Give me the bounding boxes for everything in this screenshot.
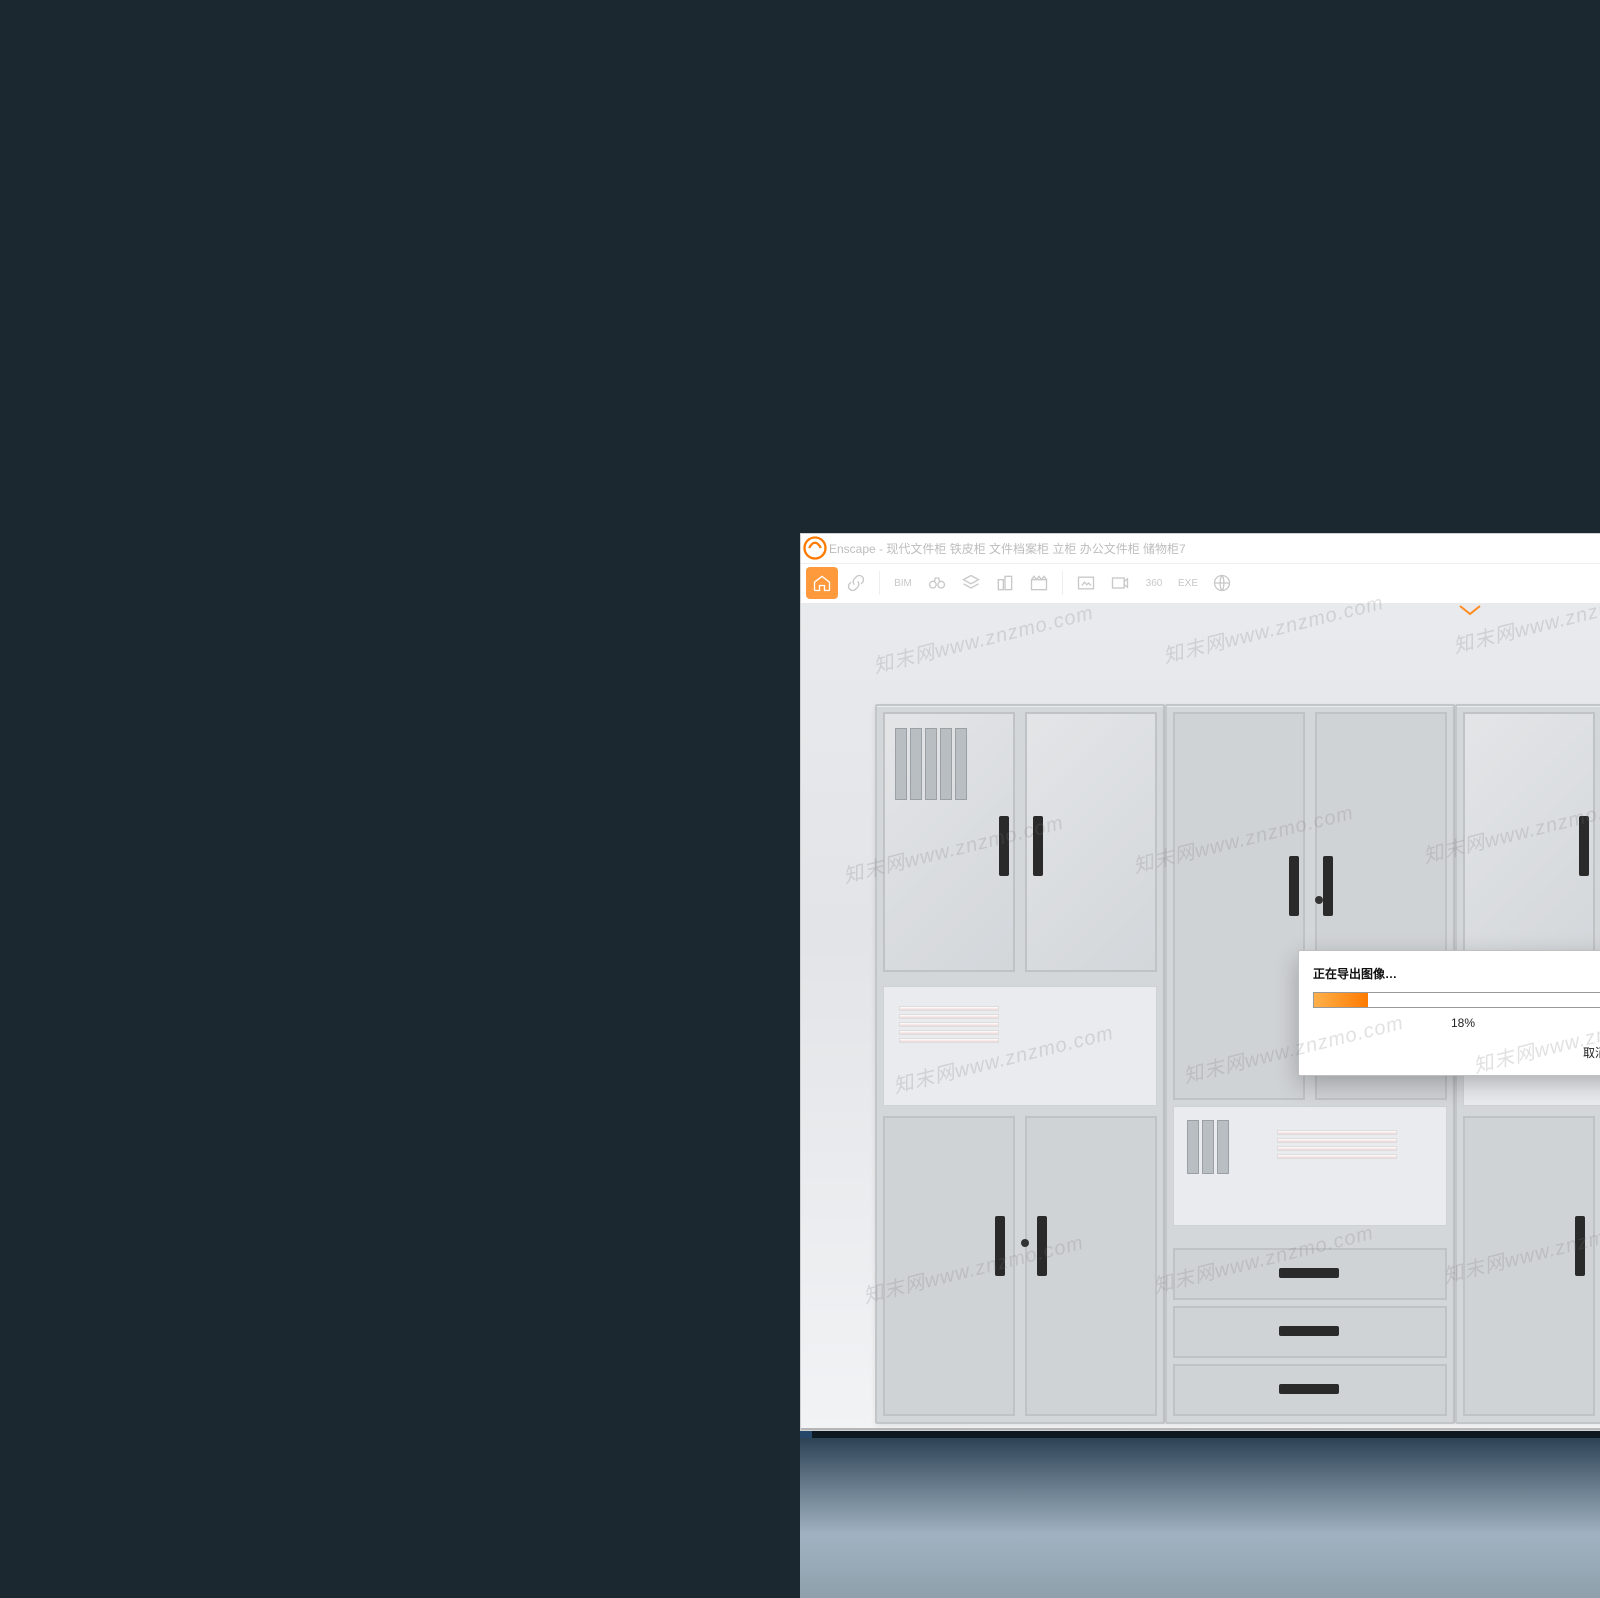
export-exe-label: EXE — [1178, 578, 1198, 589]
export-web-icon[interactable] — [1206, 567, 1238, 599]
cancel-button[interactable]: 取消 — [1577, 1040, 1600, 1065]
export-video-icon[interactable] — [1104, 567, 1136, 599]
export-progress-dialog: 正在导出图像… 18% 取消 — [1298, 950, 1600, 1076]
enscape-logo-icon — [801, 534, 829, 562]
progress-bar — [1313, 992, 1600, 1008]
binoculars-icon[interactable] — [921, 567, 953, 599]
window-title: Enscape - 现代文件柜 铁皮柜 文件档案柜 立柜 办公文件柜 储物柜7 — [829, 540, 1186, 557]
enscape-window: Enscape - 现代文件柜 铁皮柜 文件档案柜 立柜 办公文件柜 储物柜7 … — [800, 533, 1600, 1431]
export-360-label: 360 — [1146, 578, 1163, 589]
link-icon[interactable] — [840, 567, 872, 599]
clapperboard-icon[interactable] — [1023, 567, 1055, 599]
panel-expand-chevron-icon[interactable] — [1456, 604, 1484, 618]
screenshot-frame: Enscape - 现代文件柜 铁皮柜 文件档案柜 立柜 办公文件柜 储物柜7 … — [800, 533, 1600, 1598]
bim-label: BIM — [894, 578, 912, 589]
dialog-title: 正在导出图像… — [1313, 965, 1600, 982]
window-titlebar[interactable]: Enscape - 现代文件柜 铁皮柜 文件档案柜 立柜 办公文件柜 储物柜7 … — [801, 534, 1600, 564]
render-viewport[interactable]: 正在导出图像… 18% 取消 — [801, 604, 1600, 1430]
floor-line — [801, 1428, 1600, 1430]
progress-percent-label: 18% — [1313, 1016, 1600, 1030]
home-icon[interactable] — [806, 567, 838, 599]
main-toolbar: BIM 360 EXE — [801, 564, 1600, 604]
buildings-icon[interactable] — [989, 567, 1021, 599]
cabinet-left — [875, 704, 1165, 1424]
export-360-icon[interactable]: 360 — [1138, 567, 1170, 599]
layers-icon[interactable] — [955, 567, 987, 599]
desktop-wallpaper-bottom — [800, 1438, 1600, 1598]
export-exe-icon[interactable]: EXE — [1172, 567, 1204, 599]
export-image-icon[interactable] — [1070, 567, 1102, 599]
bim-icon[interactable]: BIM — [887, 567, 919, 599]
progress-bar-fill — [1314, 993, 1368, 1007]
